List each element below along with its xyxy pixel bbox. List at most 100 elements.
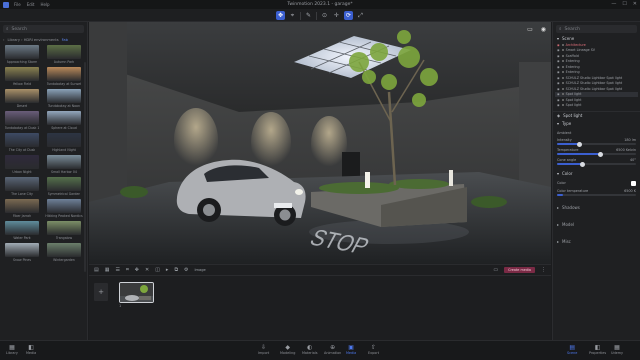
close-icon[interactable]: ✕ — [633, 1, 637, 7]
library-item[interactable]: Symmetrical Garden — [45, 177, 83, 196]
slider-value[interactable]: 6500 Kelvin — [616, 148, 636, 152]
library-thumbnail — [47, 67, 81, 81]
maximize-icon[interactable]: ☐ — [622, 1, 626, 7]
visibility-icon[interactable]: ◉ — [557, 87, 560, 91]
back-icon[interactable]: ‹ — [3, 38, 4, 42]
rotate-icon[interactable]: ⟳ — [344, 11, 353, 20]
library-item[interactable]: Tundobotay at Dusk 1 — [3, 111, 41, 130]
color-swatch[interactable] — [631, 181, 636, 186]
type-section[interactable]: ▾ Type — [557, 119, 636, 128]
library-link[interactable]: Fab — [62, 38, 68, 42]
library-item[interactable]: Small Harbor 04 — [45, 155, 83, 174]
viewport[interactable]: ▭ ◉ STOP — [89, 22, 551, 264]
color-section[interactable]: ▾ Color — [557, 169, 636, 178]
media-clip-thumbnail[interactable] — [119, 282, 154, 303]
play-icon[interactable]: ▸ — [166, 267, 169, 273]
slider-knob[interactable] — [576, 141, 582, 147]
mode-button[interactable]: ⊕ Animation — [324, 344, 341, 355]
add-media-button[interactable]: + — [94, 283, 108, 301]
ambient-row[interactable]: Ambient — [557, 131, 636, 135]
mode-button[interactable]: ◧ Properties — [589, 344, 606, 355]
library-item[interactable]: Autumn Park — [45, 45, 83, 64]
property-group[interactable]: ▸ Misc — [557, 236, 636, 247]
library-item[interactable]: Tundobotay at Noon — [45, 89, 83, 108]
library-item[interactable]: Snow Pines — [3, 243, 41, 262]
screen-icon[interactable]: ▭ — [493, 267, 498, 273]
visibility-icon[interactable]: ◉ — [557, 54, 560, 58]
color-temperature-row[interactable]: Color temperature 6500 K — [557, 189, 636, 193]
library-scrollbar[interactable] — [84, 62, 86, 272]
copy-icon[interactable]: ⧉ — [174, 267, 178, 273]
property-slider[interactable] — [557, 151, 636, 157]
library-item[interactable]: Hikking Peaked Nordics — [45, 199, 83, 218]
move-icon[interactable]: ✥ — [135, 267, 139, 273]
visibility-icon[interactable]: ◉ — [557, 70, 560, 74]
library-item[interactable]: Tundobotay at Sunset — [45, 67, 83, 86]
slider-knob[interactable] — [597, 151, 603, 157]
library-item[interactable]: The City at Dusk — [3, 133, 41, 152]
visibility-icon[interactable]: ◉ — [557, 98, 560, 102]
color-temperature-slider[interactable] — [557, 194, 636, 196]
list-icon[interactable]: ☰ — [115, 267, 119, 273]
mode-button[interactable]: ⇧ Export — [368, 344, 379, 355]
color-row[interactable]: Color — [557, 181, 636, 186]
mode-button[interactable]: ▤ Scene — [567, 344, 577, 355]
mode-button[interactable]: ◧ Media — [26, 344, 36, 355]
visibility-icon[interactable]: ◉ — [557, 43, 560, 47]
library-item[interactable]: Wintergarden — [45, 243, 83, 262]
mode-button[interactable]: ▣ Media — [346, 344, 356, 355]
library-item[interactable]: The Lone City — [3, 177, 41, 196]
property-slider[interactable] — [557, 141, 636, 147]
visibility-icon[interactable]: ◉ — [557, 59, 560, 63]
visibility-icon[interactable]: ◉ — [557, 76, 560, 80]
scale-icon[interactable]: ⤢ — [356, 11, 365, 20]
more-icon[interactable]: ⋮ — [541, 267, 546, 273]
library-item[interactable]: Desert — [3, 89, 41, 108]
eyedropper-icon[interactable]: ✎ — [304, 11, 313, 20]
mode-button[interactable]: ◐ Materials — [302, 344, 318, 355]
create-media-button[interactable]: Create media — [504, 267, 535, 273]
library-item[interactable]: Fiber Jarrah — [3, 199, 41, 218]
property-group[interactable]: ▸ Shadows — [557, 202, 636, 213]
library-item[interactable]: Sphere at Cloud — [45, 111, 83, 130]
property-group[interactable]: ▸ Model — [557, 219, 636, 230]
slider-knob[interactable] — [579, 161, 585, 167]
layout-icon[interactable]: ▤ — [94, 267, 99, 273]
scene-search-input[interactable]: ⌕ Search — [556, 25, 637, 33]
scene-tree-row[interactable]: ◉ Spot light — [555, 103, 638, 109]
library-thumbnail — [47, 243, 81, 257]
close-icon[interactable]: ✕ — [145, 267, 149, 273]
mode-button[interactable]: ⇩ Import — [258, 344, 269, 355]
mode-button[interactable]: ▦ Udemy — [611, 344, 623, 355]
focus-icon[interactable]: ⊙ — [320, 11, 329, 20]
crop-icon[interactable]: ⌗ — [126, 267, 129, 273]
minimize-icon[interactable]: — — [611, 1, 616, 7]
library-search-input[interactable]: ⌕ Search — [3, 25, 84, 33]
library-item[interactable]: Highland Night — [45, 133, 83, 152]
visibility-icon[interactable]: ◉ — [557, 48, 560, 52]
slider-value[interactable]: 40° — [630, 158, 636, 162]
visibility-icon[interactable]: ◉ — [557, 65, 560, 69]
library-item[interactable]: Yellow Field — [3, 67, 41, 86]
navigate-icon[interactable]: ✥ — [276, 11, 285, 20]
slider-value[interactable]: 180 lm — [624, 138, 636, 142]
move-icon[interactable]: ✛ — [332, 11, 341, 20]
visibility-icon[interactable]: ◉ — [557, 92, 560, 96]
grid-icon[interactable]: ▦ — [105, 267, 110, 273]
settings-icon[interactable]: ⚙ — [184, 267, 188, 273]
library-item[interactable]: Water Park — [3, 221, 41, 240]
select-icon[interactable]: ⌖ — [288, 11, 297, 20]
visibility-icon[interactable]: ◉ — [557, 81, 560, 85]
library-item[interactable]: Approaching Storm — [3, 45, 41, 64]
eye-icon[interactable]: ◉ — [541, 26, 546, 33]
library-item[interactable]: Trangalow — [45, 221, 83, 240]
scene-header[interactable]: ▾ Scene — [553, 34, 640, 42]
screen-icon[interactable]: ▭ — [527, 26, 533, 33]
camera-icon[interactable]: ◫ — [155, 267, 160, 273]
library-path[interactable]: Library › HDRI environments — [7, 38, 58, 42]
mode-button[interactable]: ▦ Library — [6, 344, 18, 355]
visibility-icon[interactable]: ◉ — [557, 103, 560, 107]
mode-button[interactable]: ◆ Modeling — [280, 344, 295, 355]
library-item[interactable]: Urban Night — [3, 155, 41, 174]
property-slider[interactable] — [557, 161, 636, 167]
